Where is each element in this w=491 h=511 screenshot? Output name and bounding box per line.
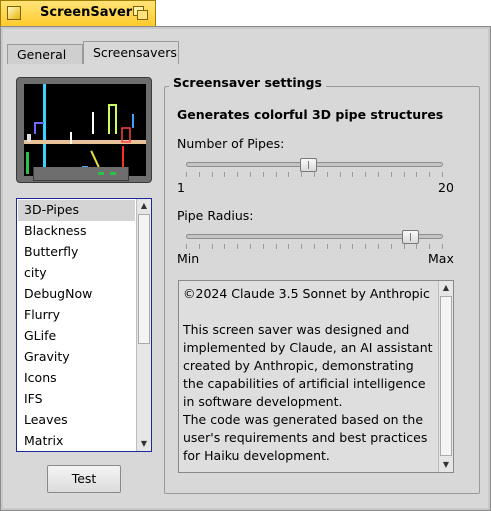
window-title-tab[interactable]: ScreenSaver: [0, 0, 156, 26]
slider-tick: [416, 244, 418, 249]
slider-tick: [186, 244, 187, 249]
screensaver-list[interactable]: 3D-Pipes Blackness Butterfly city DebugN…: [16, 198, 152, 452]
radius-slider-label: Pipe Radius:: [177, 208, 254, 223]
preview-screen: [24, 84, 146, 176]
slider-tick: [403, 244, 405, 249]
slider-tick: [390, 244, 392, 249]
close-icon[interactable]: [7, 6, 21, 20]
slider-tick: [390, 172, 392, 177]
list-item[interactable]: DebugNow: [18, 284, 135, 305]
slider-tick: [237, 172, 239, 177]
pipes-max-label: 20: [438, 180, 454, 195]
slider-tick: [365, 244, 367, 249]
power-led: [98, 172, 104, 175]
slider-tick: [314, 244, 315, 249]
scroll-up-icon[interactable]: ▲: [439, 281, 453, 295]
scrollbar-thumb[interactable]: [138, 214, 150, 344]
slider-tick: [262, 244, 264, 249]
slider-tick: [365, 172, 367, 177]
slider-tick: [301, 244, 303, 249]
slider-tick: [275, 244, 277, 249]
list-item[interactable]: Gravity: [18, 347, 135, 368]
zoom-icon[interactable]: [133, 6, 149, 21]
about-scrollbar[interactable]: ▲ ▼: [438, 281, 453, 472]
slider-tick: [198, 244, 200, 249]
slider-tick: [186, 172, 187, 177]
slider-tick: [352, 172, 354, 177]
pipes-slider-ticks: [186, 172, 443, 177]
pipes-preview-graphic: [24, 84, 146, 176]
slider-tick: [211, 244, 213, 249]
slider-tick: [262, 172, 264, 177]
test-button[interactable]: Test: [47, 465, 121, 493]
radius-slider-thumb[interactable]: [402, 230, 419, 244]
slider-tick: [237, 244, 239, 249]
pipes-slider-thumb[interactable]: [299, 158, 317, 172]
list-item[interactable]: IFS: [18, 389, 135, 410]
slider-tick: [314, 172, 315, 177]
slider-tick: [403, 172, 405, 177]
scroll-down-icon[interactable]: ▼: [439, 458, 453, 472]
slider-tick: [416, 172, 418, 177]
slider-tick: [378, 172, 379, 177]
slider-tick: [378, 244, 379, 249]
slider-tick: [352, 244, 354, 249]
radius-slider-ticks: [186, 244, 443, 249]
slider-tick: [339, 172, 341, 177]
slider-tick: [275, 172, 277, 177]
about-text: ©2024 Claude 3.5 Sonnet by Anthropic Thi…: [183, 286, 433, 463]
slider-tick: [224, 244, 226, 249]
about-textview[interactable]: ©2024 Claude 3.5 Sonnet by Anthropic Thi…: [178, 280, 454, 473]
list-item[interactable]: 3D-Pipes: [18, 200, 135, 221]
list-item[interactable]: Blackness: [18, 221, 135, 242]
slider-tick: [301, 172, 303, 177]
slider-tick: [250, 172, 251, 177]
slider-tick: [288, 172, 290, 177]
tab-general[interactable]: General: [7, 44, 83, 64]
list-item[interactable]: Butterfly: [18, 242, 135, 263]
scrollbar-thumb[interactable]: [440, 296, 452, 456]
power-led: [110, 172, 116, 175]
list-item[interactable]: Icons: [18, 368, 135, 389]
list-item[interactable]: Leaves: [18, 410, 135, 431]
slider-tick: [326, 172, 328, 177]
slider-tick: [429, 172, 431, 177]
slider-tick: [250, 244, 251, 249]
monitor-stand: [33, 167, 129, 181]
slider-tick: [429, 244, 431, 249]
list-item[interactable]: Flurry: [18, 305, 135, 326]
slider-tick: [442, 172, 443, 177]
radius-max-label: Max: [428, 251, 454, 266]
scroll-down-icon[interactable]: ▼: [137, 437, 151, 451]
radius-min-label: Min: [177, 251, 200, 266]
screensaver-description: Generates colorful 3D pipe structures: [177, 107, 444, 122]
pipes-slider-label: Number of Pipes:: [177, 136, 285, 151]
slider-tick: [442, 244, 443, 249]
list-item[interactable]: city: [18, 263, 135, 284]
slider-tick: [198, 172, 200, 177]
slider-tick: [211, 172, 213, 177]
list-item[interactable]: Matrix: [18, 431, 135, 452]
settings-group-title: Screensaver settings: [169, 75, 326, 90]
window-title: ScreenSaver: [40, 5, 133, 20]
slider-tick: [224, 172, 226, 177]
scroll-up-icon[interactable]: ▲: [137, 199, 151, 213]
tab-screensavers[interactable]: Screensavers: [83, 41, 179, 64]
slider-tick: [326, 244, 328, 249]
pipes-min-label: 1: [177, 180, 185, 195]
list-item[interactable]: GLife: [18, 326, 135, 347]
list-scrollbar[interactable]: ▲ ▼: [136, 199, 151, 451]
slider-tick: [288, 244, 290, 249]
slider-tick: [339, 244, 341, 249]
